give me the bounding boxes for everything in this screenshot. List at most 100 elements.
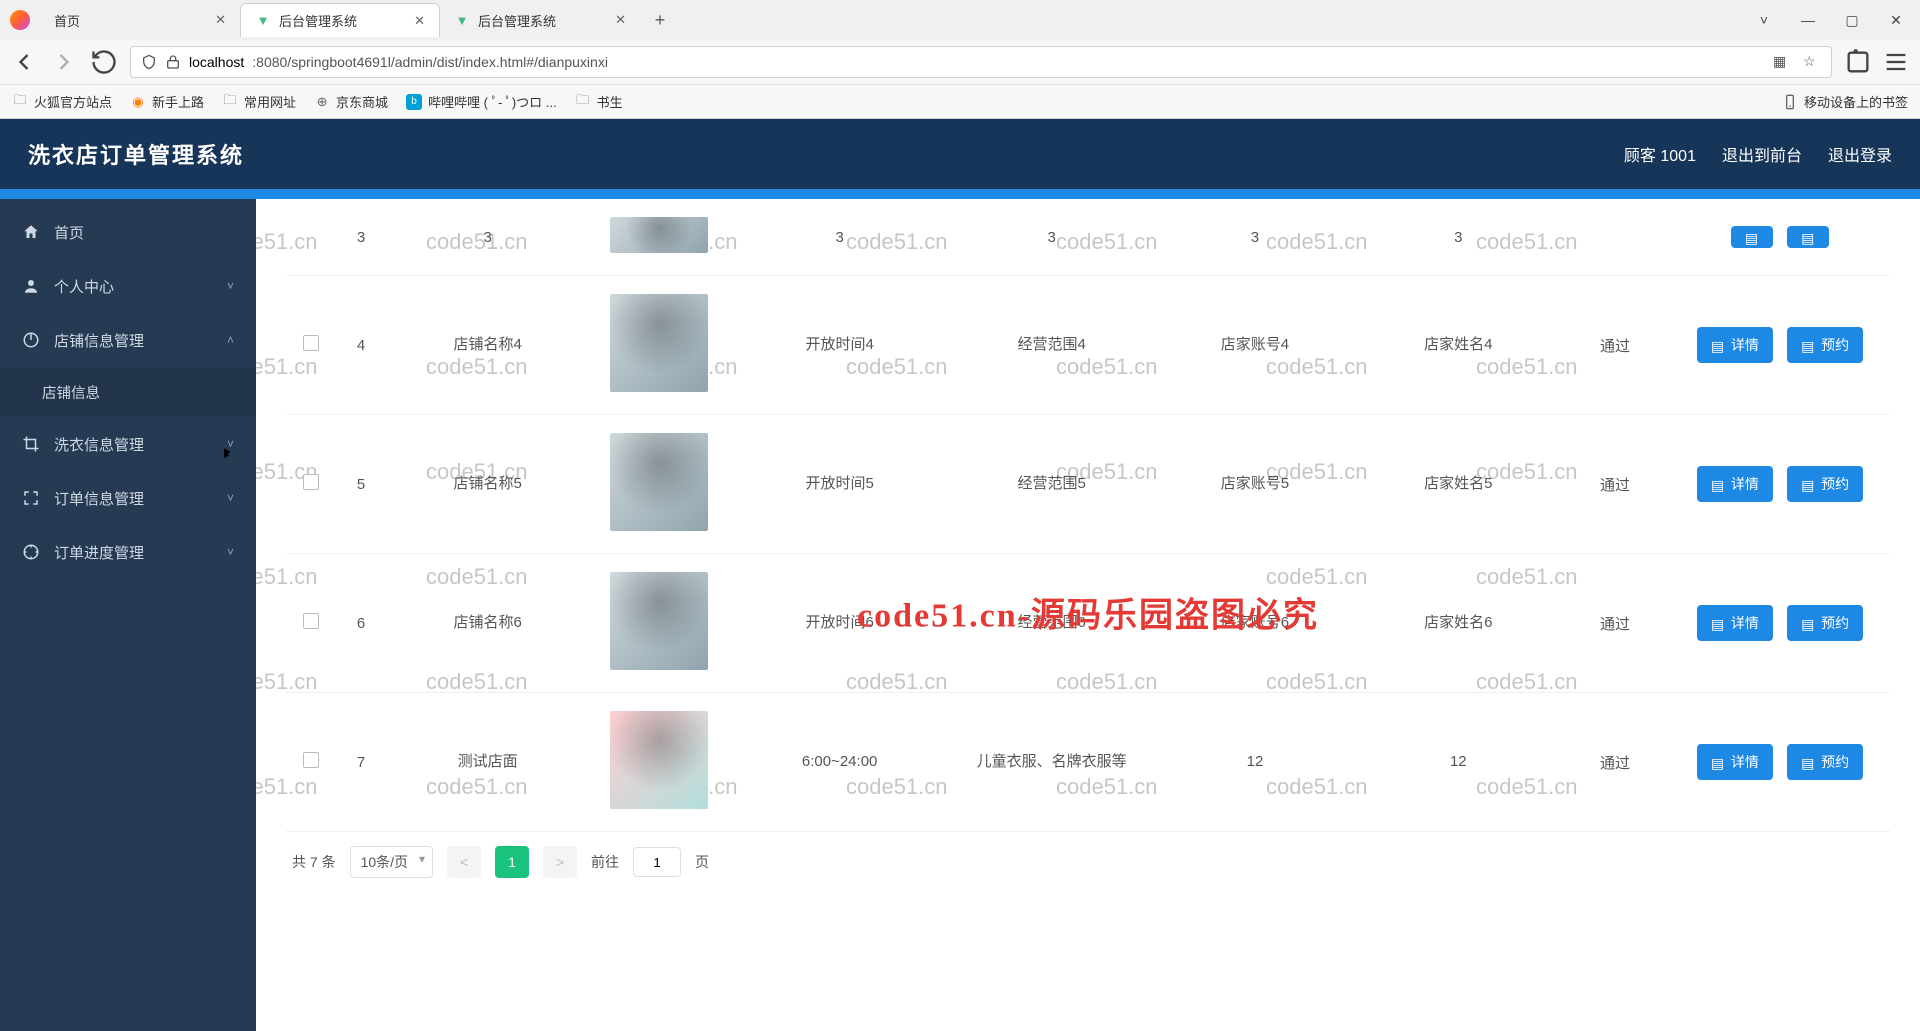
row-checkbox[interactable] xyxy=(303,335,319,351)
crop-icon xyxy=(22,435,40,453)
address-bar: localhost:8080/springboot4691l/admin/dis… xyxy=(0,40,1920,84)
extensions-icon[interactable] xyxy=(1844,48,1872,76)
detail-button[interactable]: ▤详情 xyxy=(1697,744,1773,780)
sidebar-item-label: 个人中心 xyxy=(54,276,114,297)
url-input[interactable]: localhost:8080/springboot4691l/admin/dis… xyxy=(130,46,1832,78)
maximize-icon[interactable]: ▢ xyxy=(1842,10,1862,30)
exit-to-front-button[interactable]: 退出到前台 xyxy=(1722,142,1802,166)
bookmark-item[interactable]: ◉新手上路 xyxy=(130,92,204,111)
prev-page-button[interactable]: < xyxy=(447,846,481,878)
next-page-button[interactable]: > xyxy=(543,846,577,878)
row-checkbox[interactable] xyxy=(303,613,319,629)
detail-button[interactable]: ▤详情 xyxy=(1697,327,1773,363)
minimize-icon[interactable]: — xyxy=(1798,10,1818,30)
page-number[interactable]: 1 xyxy=(495,846,529,878)
chevron-down-icon: ˅ xyxy=(227,437,234,451)
browser-tab[interactable]: ▼ 后台管理系统 ✕ xyxy=(440,3,640,37)
doc-icon: ▤ xyxy=(1711,477,1725,491)
doc-icon: ▤ xyxy=(1745,230,1759,244)
sidebar-item-home[interactable]: 首页 xyxy=(0,205,256,259)
vue-icon: ▼ xyxy=(454,12,470,28)
content-area: code51.cn code51.cn code51.cn code51.cn … xyxy=(256,199,1920,1031)
user-icon xyxy=(22,277,40,295)
folder-icon: 🗀 xyxy=(575,94,591,110)
power-icon xyxy=(22,331,40,349)
goto-suffix: 页 xyxy=(695,852,709,872)
reserve-button[interactable]: ▤预约 xyxy=(1787,327,1863,363)
detail-button[interactable]: ▤ xyxy=(1731,226,1773,248)
browser-chrome: 首页 ✕ ▼ 后台管理系统 ✕ ▼ 后台管理系统 ✕ + ˅ — ▢ ✕ loc… xyxy=(0,0,1920,119)
sidebar-item-laundry-info[interactable]: 洗衣信息管理 ˅ xyxy=(0,417,256,471)
table-row: 7 测试店面 6:00~24:00 儿童衣服、名牌衣服等 12 12 通过 ▤详… xyxy=(286,693,1890,832)
close-icon[interactable]: ✕ xyxy=(615,12,626,28)
browser-tab[interactable]: 首页 ✕ xyxy=(40,3,240,37)
sidebar-item-label: 订单进度管理 xyxy=(54,542,144,563)
sidebar-item-label: 订单信息管理 xyxy=(54,488,144,509)
current-user[interactable]: 顾客 1001 xyxy=(1624,142,1696,166)
doc-icon: ▤ xyxy=(1801,755,1815,769)
doc-icon: ▤ xyxy=(1711,338,1725,352)
lock-icon xyxy=(165,54,181,70)
star-icon[interactable]: ☆ xyxy=(1803,53,1821,71)
doc-icon: ▤ xyxy=(1711,755,1725,769)
sidebar-item-order-info[interactable]: 订单信息管理 ˅ xyxy=(0,471,256,525)
mobile-icon xyxy=(1782,94,1798,110)
bookmark-bar: 🗀火狐官方站点 ◉新手上路 🗀常用网址 ⊕京东商城 b哔哩哔哩 ( ﾟ- ﾟ)つ… xyxy=(0,84,1920,118)
chevron-up-icon: ˄ xyxy=(227,333,234,347)
bookmark-item[interactable]: 🗀火狐官方站点 xyxy=(12,92,112,111)
tab-label: 后台管理系统 xyxy=(478,11,556,30)
sidebar-item-shop-info[interactable]: 店铺信息管理 ˄ xyxy=(0,313,256,367)
bookmark-item[interactable]: b哔哩哔哩 ( ﾟ- ﾟ)つロ ... xyxy=(406,92,557,111)
sidebar-item-order-progress[interactable]: 订单进度管理 ˅ xyxy=(0,525,256,579)
close-icon[interactable]: ✕ xyxy=(215,12,226,28)
shop-image xyxy=(610,433,708,531)
chevron-down-icon: ˅ xyxy=(227,545,234,559)
logout-button[interactable]: 退出登录 xyxy=(1828,142,1892,166)
shop-image xyxy=(610,294,708,392)
table-row: 6 店铺名称6 开放时间6 经营范围6 店家账号6 店家姓名6 通过 ▤详情 ▤… xyxy=(286,554,1890,693)
sidebar-subitem-shop-info[interactable]: 店铺信息 xyxy=(0,367,256,417)
page-size-select[interactable]: 10条/页 xyxy=(350,846,433,878)
bookmark-item[interactable]: ⊕京东商城 xyxy=(314,92,388,111)
reserve-button[interactable]: ▤ xyxy=(1787,226,1829,248)
app-header: 洗衣店订单管理系统 顾客 1001 退出到前台 退出登录 xyxy=(0,119,1920,189)
accent-strip xyxy=(0,189,1920,199)
bookmark-item[interactable]: 🗀常用网址 xyxy=(222,92,296,111)
row-checkbox[interactable] xyxy=(303,474,319,490)
new-tab-button[interactable]: + xyxy=(646,6,674,34)
tab-label: 首页 xyxy=(54,11,80,30)
table-row: 3 3 3 3 3 3 ▤ ▤ xyxy=(286,199,1890,276)
sidebar-item-profile[interactable]: 个人中心 ˅ xyxy=(0,259,256,313)
detail-button[interactable]: ▤详情 xyxy=(1697,466,1773,502)
folder-icon: 🗀 xyxy=(222,94,238,110)
doc-icon: ▤ xyxy=(1801,338,1815,352)
app-title: 洗衣店订单管理系统 xyxy=(28,138,244,170)
reserve-button[interactable]: ▤预约 xyxy=(1787,605,1863,641)
chevron-down-icon[interactable]: ˅ xyxy=(1754,10,1774,30)
chevron-down-icon: ˅ xyxy=(227,279,234,293)
url-path: :8080/springboot4691l/admin/dist/index.h… xyxy=(252,54,608,70)
globe-icon: ⊕ xyxy=(314,94,330,110)
detail-button[interactable]: ▤详情 xyxy=(1697,605,1773,641)
shop-table: 3 3 3 3 3 3 ▤ ▤ xyxy=(286,199,1890,832)
forward-button[interactable] xyxy=(50,48,78,76)
menu-icon[interactable] xyxy=(1882,48,1910,76)
reload-button[interactable] xyxy=(90,48,118,76)
close-icon[interactable]: ✕ xyxy=(1886,10,1906,30)
fullscreen-icon xyxy=(22,489,40,507)
reserve-button[interactable]: ▤预约 xyxy=(1787,744,1863,780)
bookmark-item[interactable]: 🗀书生 xyxy=(575,92,623,111)
back-button[interactable] xyxy=(10,48,38,76)
close-icon[interactable]: ✕ xyxy=(414,13,425,29)
qr-icon[interactable]: ▦ xyxy=(1773,53,1791,71)
vue-icon: ▼ xyxy=(255,13,271,29)
row-checkbox[interactable] xyxy=(303,752,319,768)
table-row: 5 店铺名称5 开放时间5 经营范围5 店家账号5 店家姓名5 通过 ▤详情 ▤… xyxy=(286,415,1890,554)
reserve-button[interactable]: ▤预约 xyxy=(1787,466,1863,502)
browser-tab[interactable]: ▼ 后台管理系统 ✕ xyxy=(240,3,440,37)
mobile-bookmarks-link[interactable]: 移动设备上的书签 xyxy=(1804,92,1908,111)
bilibili-icon: b xyxy=(406,94,422,110)
doc-icon: ▤ xyxy=(1801,230,1815,244)
goto-page-input[interactable] xyxy=(633,847,681,877)
shop-image xyxy=(610,217,708,253)
